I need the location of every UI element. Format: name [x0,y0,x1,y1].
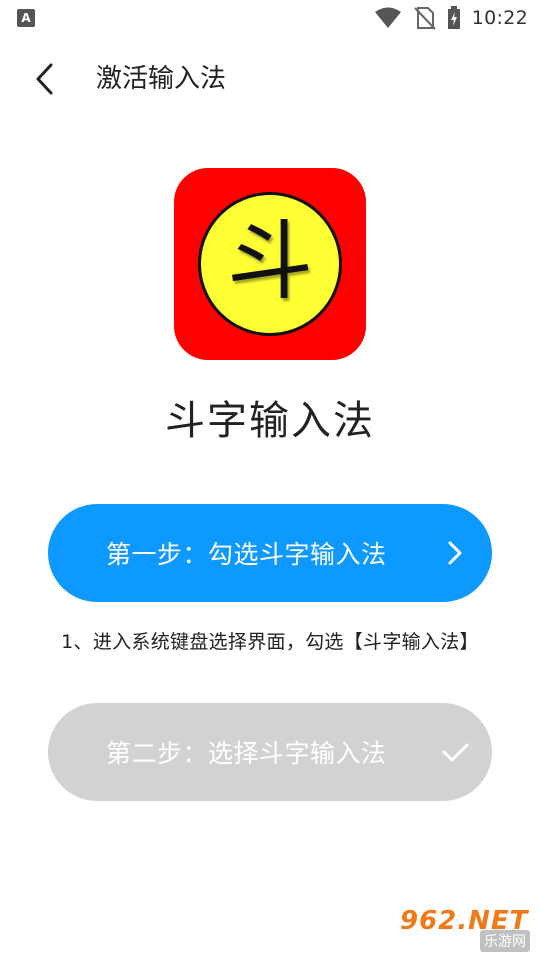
watermark-sub: 乐游网 [480,930,530,952]
step1-label: 第一步：勾选斗字输入法 [106,540,387,569]
watermark: 962.NET 乐游网 [400,906,532,952]
status-time: 10:22 [471,7,528,29]
header: 激活输入法 [0,44,540,114]
back-button[interactable] [22,56,66,102]
app-logo-glyph: 斗 [227,212,313,312]
step2-label: 第二步：选择斗字输入法 [106,739,387,768]
wifi-icon [374,7,401,28]
app-name: 斗字输入法 [165,398,375,444]
notification-a-icon: A [17,9,35,27]
status-bar: A 10:22 [0,0,540,36]
step2-button[interactable]: 第二步：选择斗字输入法 [48,703,492,801]
no-sim-icon [414,7,436,30]
step1-button[interactable]: 第一步：勾选斗字输入法 [48,504,492,602]
app-logo-circle: 斗 [198,192,342,336]
chevron-right-icon [448,541,462,565]
chevron-left-icon [36,63,53,95]
app-logo: 斗 [174,168,366,360]
step1-hint: 1、进入系统键盘选择界面，勾选【斗字输入法】 [61,631,479,653]
page-title: 激活输入法 [96,64,227,94]
battery-charging-icon [447,6,460,29]
check-icon [442,743,469,762]
status-icons: 10:22 [374,5,528,31]
